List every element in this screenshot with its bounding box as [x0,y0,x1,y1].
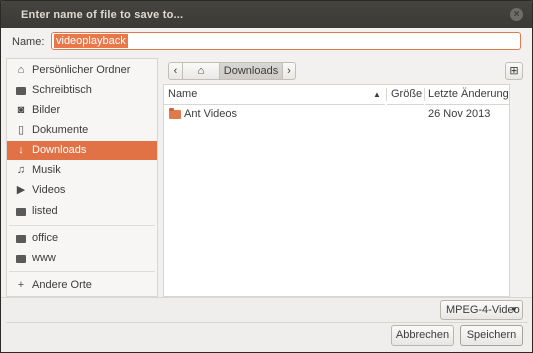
sidebar-item-label: office [32,232,59,244]
places-sidebar: ⌂ Persönlicher Ordner Schreibtisch ◙ Bil… [6,58,158,297]
camera-icon: ◙ [17,104,25,116]
file-list: Name ▲ Größe Letzte Änderung Ant Videos … [163,84,510,297]
plus-icon: + [17,279,25,291]
cancel-button[interactable]: Abbrechen [391,325,454,346]
filename-selected-text: videoplayback [54,34,128,48]
sidebar-item-label: www [32,252,56,264]
name-bar: Name: videoplayback [1,28,532,55]
document-icon: ▯ [17,124,25,136]
new-folder-icon: ⊞ [509,65,519,77]
sidebar-item-label: Downloads [32,144,87,156]
sidebar-item-label: Dokumente [32,124,89,136]
video-icon: ▶ [16,184,26,196]
column-header-label: Größe [391,88,423,100]
sidebar-item-videos[interactable]: ▶ Videos [7,181,157,200]
sidebar-item-label: Andere Orte [32,279,92,291]
path-button-label: Downloads [223,65,279,77]
sidebar-item-home[interactable]: ⌂ Persönlicher Ordner [7,61,157,80]
file-modified: 26 Nov 2013 [428,108,491,120]
file-type-select[interactable]: MPEG-4-Video ▼ [440,300,523,320]
sidebar-item-documents[interactable]: ▯ Dokumente [7,121,157,140]
sidebar-item-other-locations[interactable]: + Andere Orte [7,276,157,295]
sort-ascending-icon: ▲ [373,90,381,99]
sidebar-item-office[interactable]: office [7,229,157,248]
column-header-size[interactable]: Größe [387,85,424,105]
filename-input[interactable]: videoplayback [51,32,521,50]
sidebar-item-label: Schreibtisch [32,84,92,96]
footer-divider [6,322,528,323]
file-type-value: MPEG-4-Video [446,304,520,316]
save-file-dialog: Enter name of file to save to... × Name:… [0,0,533,353]
path-button-downloads[interactable]: Downloads [219,62,283,80]
chevron-down-icon: ▼ [510,305,518,314]
music-icon: ♫ [16,164,26,176]
folder-icon [15,229,27,250]
column-header-label: Letzte Änderung [428,88,509,100]
sidebar-item-downloads[interactable]: ↓ Downloads [7,141,157,160]
new-folder-button[interactable]: ⊞ [505,62,523,80]
dialog-footer: MPEG-4-Video ▼ Abbrechen Speichern [1,297,532,352]
sidebar-item-desktop[interactable]: Schreibtisch [7,81,157,100]
table-row[interactable]: Ant Videos 26 Nov 2013 [164,105,509,124]
sidebar-item-music[interactable]: ♫ Musik [7,161,157,180]
chevron-right-icon[interactable]: › [282,62,296,80]
home-icon: ⌂ [197,65,205,77]
window-title: Enter name of file to save to... [21,9,184,21]
sidebar-separator [9,271,155,272]
name-label: Name: [12,36,45,48]
sidebar-item-label: Persönlicher Ordner [32,64,131,76]
sidebar-item-label: Bilder [32,104,61,116]
sidebar-item-pictures[interactable]: ◙ Bilder [7,101,157,120]
sidebar-item-listed[interactable]: listed [7,202,157,221]
column-header-modified[interactable]: Letzte Änderung [425,85,509,105]
sidebar-separator [9,225,155,226]
save-button[interactable]: Speichern [460,325,523,346]
folder-icon [15,202,27,223]
path-button-home[interactable]: ⌂ [182,62,220,80]
folder-icon [15,81,27,102]
folder-icon [15,249,27,270]
title-bar[interactable]: Enter name of file to save to... × [1,1,532,28]
sidebar-item-label: listed [32,205,58,217]
folder-icon [169,108,181,119]
column-header-name[interactable]: Name ▲ [164,85,385,105]
home-icon: ⌂ [17,64,25,76]
close-icon[interactable]: × [510,8,523,21]
sidebar-item-label: Videos [32,184,66,196]
chevron-left-icon[interactable]: ‹ [168,62,183,80]
file-name: Ant Videos [184,108,238,120]
sidebar-item-www[interactable]: www [7,249,157,268]
download-icon: ↓ [18,144,24,156]
sidebar-item-label: Musik [32,164,61,176]
column-header-label: Name [168,88,198,100]
